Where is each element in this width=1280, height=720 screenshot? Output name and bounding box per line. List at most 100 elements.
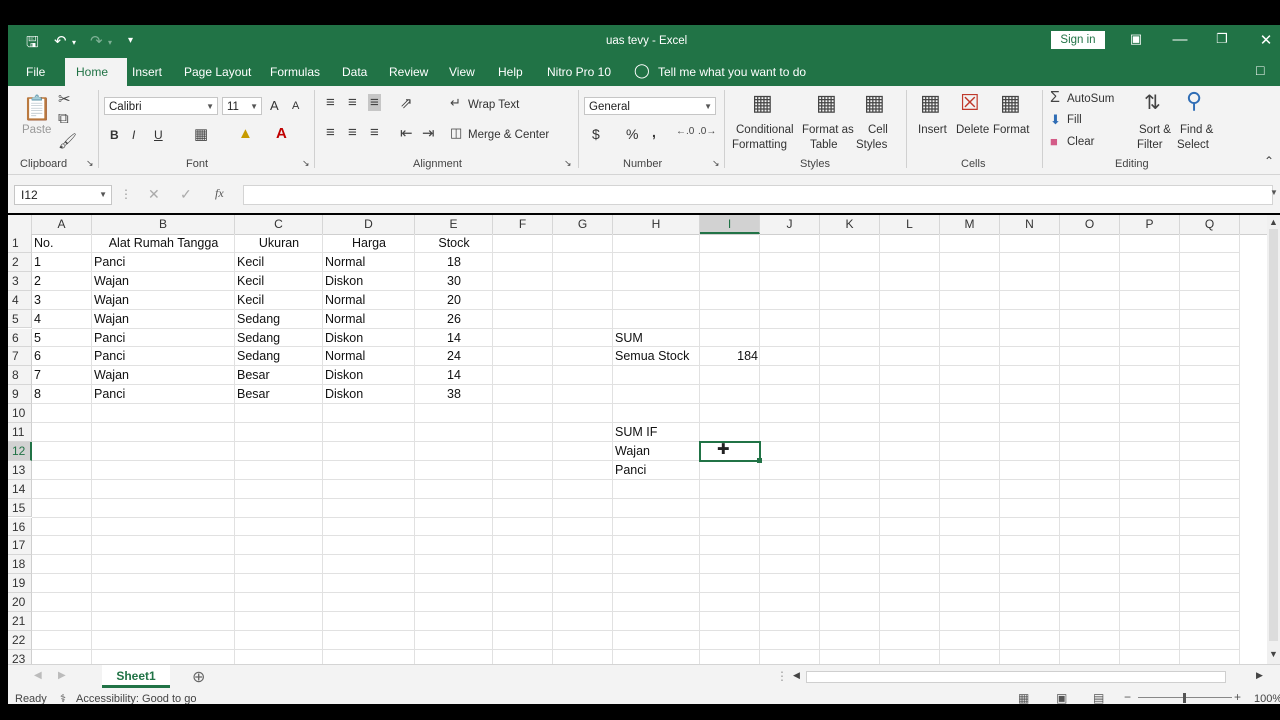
insert-cells-button[interactable]: Insert	[918, 124, 947, 136]
cell-d1[interactable]: Harga	[323, 234, 415, 253]
minimize-icon[interactable]: —	[1170, 31, 1190, 48]
wrap-text-icon[interactable]: ↵	[450, 95, 461, 111]
grow-font-button[interactable]: A	[270, 98, 279, 113]
next-sheet-icon[interactable]: ▶	[58, 670, 66, 681]
column-header-d[interactable]: D	[323, 215, 415, 234]
font-launcher-icon[interactable]: ↘	[302, 158, 310, 169]
cell-b3[interactable]: Wajan	[92, 272, 235, 291]
tab-nitro-pro[interactable]: Nitro Pro 10	[547, 65, 611, 79]
format-painter-icon[interactable]: 🖌	[58, 132, 77, 150]
sort-filter-label-2[interactable]: Filter	[1137, 139, 1163, 151]
cell-styles-label-1[interactable]: Cell	[868, 124, 888, 136]
cell-b4[interactable]: Wajan	[92, 291, 235, 310]
cell-b2[interactable]: Panci	[92, 253, 235, 272]
cell-c5[interactable]: Sedang	[235, 310, 323, 329]
format-cells-button[interactable]: Format	[993, 124, 1029, 136]
vertical-scrollbar[interactable]: ▲ ▼	[1267, 215, 1280, 664]
eraser-icon[interactable]: ■	[1050, 134, 1058, 149]
sort-filter-icon[interactable]: ⇅	[1144, 90, 1161, 115]
fill-button[interactable]: Fill	[1067, 114, 1082, 126]
row-header-15[interactable]: 15	[8, 498, 32, 518]
collapse-ribbon-icon[interactable]: ⌃	[1264, 154, 1274, 168]
tab-data[interactable]: Data	[342, 65, 367, 79]
row-header-4[interactable]: 4	[8, 290, 32, 310]
insert-function-button[interactable]: fx	[215, 186, 224, 201]
cell-e2[interactable]: 18	[415, 253, 493, 272]
worksheet-grid[interactable]: ABCDEFGHIJKLMNOPQ 1 2 3 4 5 6 7 8 9 10 11 12 13 14 15 1…	[8, 215, 1267, 664]
row-header-17[interactable]: 17	[8, 536, 32, 556]
cell-d5[interactable]: Normal	[323, 310, 415, 329]
zoom-level[interactable]: 100%	[1254, 693, 1280, 704]
insert-cells-icon[interactable]: ▦	[920, 90, 941, 116]
cell-a6[interactable]: 5	[32, 329, 92, 348]
tab-review[interactable]: Review	[389, 65, 428, 79]
select-all-corner[interactable]	[8, 215, 32, 234]
cell-a9[interactable]: 8	[32, 385, 92, 404]
align-bottom-icon[interactable]: ≡	[368, 94, 381, 111]
zoom-out-icon[interactable]: −	[1124, 690, 1131, 704]
cell-d3[interactable]: Diskon	[323, 272, 415, 291]
delete-cells-button[interactable]: Delete	[956, 124, 989, 136]
selected-cell[interactable]	[699, 440, 761, 462]
increase-decimal-icon[interactable]: ←.0	[676, 126, 694, 137]
cell-a2[interactable]: 1	[32, 253, 92, 272]
tab-home[interactable]: Home	[76, 65, 108, 79]
cell-d6[interactable]: Diskon	[323, 329, 415, 348]
format-as-table-icon[interactable]: ▦	[816, 90, 837, 116]
row-header-19[interactable]: 19	[8, 574, 32, 594]
clear-button[interactable]: Clear	[1067, 136, 1094, 148]
cell-h6[interactable]: SUM	[613, 329, 710, 348]
find-select-label-1[interactable]: Find &	[1180, 124, 1213, 136]
page-layout-view-icon[interactable]: ▣	[1056, 691, 1067, 704]
align-middle-icon[interactable]: ≡	[348, 94, 357, 111]
column-header-e[interactable]: E	[415, 215, 493, 234]
sheet-tab-sheet1[interactable]: Sheet1	[102, 665, 170, 688]
conditional-formatting-label-1[interactable]: Conditional	[736, 124, 794, 136]
cell-e6[interactable]: 14	[415, 329, 493, 348]
cell-a8[interactable]: 7	[32, 366, 92, 385]
row-header-5[interactable]: 5	[8, 309, 32, 329]
cell-c7[interactable]: Sedang	[235, 347, 323, 366]
scroll-left-icon[interactable]: ◀	[793, 670, 800, 681]
column-header-q[interactable]: Q	[1180, 215, 1240, 234]
undo-icon[interactable]: ↶	[54, 32, 67, 50]
tab-view[interactable]: View	[449, 65, 475, 79]
fill-handle[interactable]	[757, 457, 762, 463]
decrease-decimal-icon[interactable]: .0→	[698, 126, 716, 137]
cell-b5[interactable]: Wajan	[92, 310, 235, 329]
row-header-6[interactable]: 6	[8, 328, 32, 348]
tab-help[interactable]: Help	[498, 65, 523, 79]
cell-b7[interactable]: Panci	[92, 347, 235, 366]
row-header-9[interactable]: 9	[8, 385, 32, 405]
cell-styles-label-2[interactable]: Styles	[856, 139, 887, 151]
cell-c4[interactable]: Kecil	[235, 291, 323, 310]
conditional-formatting-label-2[interactable]: Formatting	[732, 139, 787, 151]
cell-styles-icon[interactable]: ▦	[864, 90, 885, 116]
align-left-icon[interactable]: ≡	[326, 124, 335, 141]
prev-sheet-icon[interactable]: ◀	[34, 670, 42, 681]
cell-e7[interactable]: 24	[415, 347, 493, 366]
row-header-2[interactable]: 2	[8, 252, 32, 272]
clipboard-launcher-icon[interactable]: ↘	[86, 158, 94, 169]
underline-button[interactable]: U	[154, 128, 163, 142]
cell-c3[interactable]: Kecil	[235, 272, 323, 291]
cell-e4[interactable]: 20	[415, 291, 493, 310]
cell-c2[interactable]: Kecil	[235, 253, 323, 272]
wrap-text-button[interactable]: Wrap Text	[468, 99, 519, 111]
cell-a1[interactable]: No.	[32, 234, 92, 253]
find-select-icon[interactable]: ⚲	[1186, 88, 1202, 114]
increase-indent-icon[interactable]: ⇥	[422, 124, 435, 142]
font-name-combo[interactable]: Calibri ▼	[104, 97, 218, 115]
cell-a4[interactable]: 3	[32, 291, 92, 310]
row-header-8[interactable]: 8	[8, 366, 32, 386]
column-header-n[interactable]: N	[1000, 215, 1060, 234]
cell-i7[interactable]: 184	[700, 347, 760, 366]
cell-b6[interactable]: Panci	[92, 329, 235, 348]
cell-a3[interactable]: 2	[32, 272, 92, 291]
format-cells-icon[interactable]: ▦	[1000, 90, 1021, 116]
new-sheet-icon[interactable]: ⊕	[192, 667, 205, 687]
zoom-in-icon[interactable]: +	[1234, 690, 1241, 704]
cell-h11[interactable]: SUM IF	[613, 423, 710, 442]
align-top-icon[interactable]: ≡	[326, 94, 335, 111]
row-header-22[interactable]: 22	[8, 630, 32, 650]
